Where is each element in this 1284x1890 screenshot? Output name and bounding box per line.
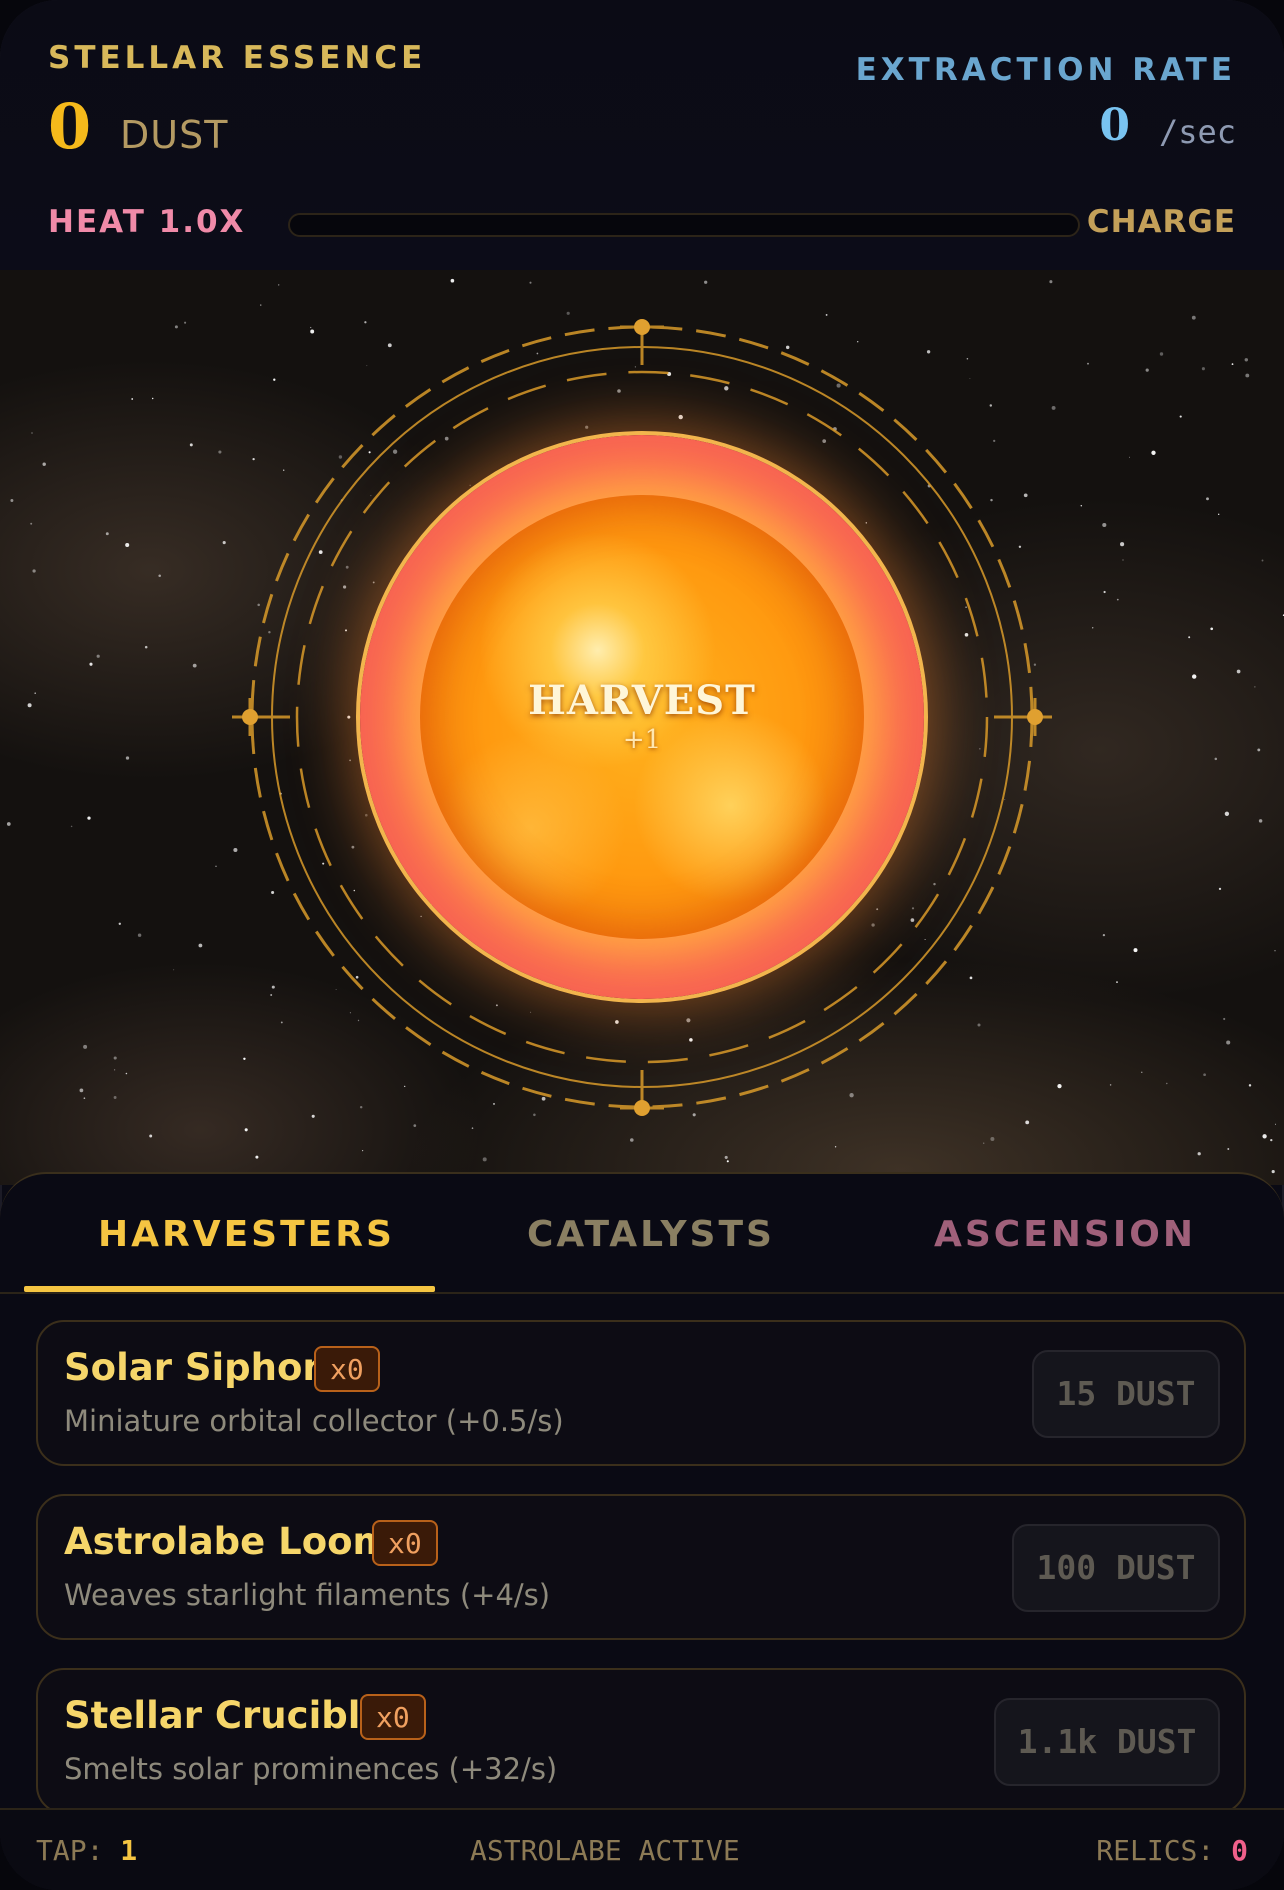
tab-harvesters[interactable]: HARVESTERS bbox=[98, 1214, 395, 1255]
item-name: Solar Siphon bbox=[64, 1346, 329, 1389]
heat-multiplier: HEAT 1.0X bbox=[48, 204, 246, 240]
harvest-label: HARVEST bbox=[528, 677, 756, 724]
item-description: Miniature orbital collector (+0.5/s) bbox=[64, 1404, 564, 1438]
list-item: Astrolabe Loom x0 Weaves starlight filam… bbox=[36, 1494, 1246, 1640]
shop-tabs: HARVESTERS CATALYSTS ASCENSION bbox=[0, 1174, 1284, 1294]
relics-label: RELICS: bbox=[1096, 1834, 1215, 1867]
buy-button[interactable]: 100 DUST bbox=[1012, 1524, 1220, 1612]
item-name: Stellar Crucible bbox=[64, 1694, 386, 1737]
list-item: Solar Siphon x0 Miniature orbital collec… bbox=[36, 1320, 1246, 1466]
active-tab-indicator bbox=[24, 1286, 435, 1292]
harvest-sun-button[interactable]: HARVEST +1 bbox=[360, 435, 924, 999]
owned-count-badge: x0 bbox=[372, 1520, 438, 1566]
charge-label: CHARGE bbox=[1086, 204, 1236, 240]
resource-header: STELLAR ESSENCE 0 DUST EXTRACTION RATE 0… bbox=[0, 0, 1284, 270]
rate-label: EXTRACTION RATE bbox=[855, 52, 1236, 88]
tab-ascension[interactable]: ASCENSION bbox=[934, 1214, 1196, 1255]
owned-count-badge: x0 bbox=[360, 1694, 426, 1740]
essence-value: 0 bbox=[48, 90, 92, 163]
buy-button[interactable]: 1.1k DUST bbox=[994, 1698, 1220, 1786]
rate-unit: /sec bbox=[1158, 113, 1236, 151]
item-name: Astrolabe Loom bbox=[64, 1520, 392, 1563]
list-item: Stellar Crucible x0 Smelts solar promine… bbox=[36, 1668, 1246, 1814]
tab-catalysts[interactable]: CATALYSTS bbox=[527, 1214, 775, 1255]
star-field: HARVEST +1 bbox=[0, 270, 1284, 1185]
buy-button[interactable]: 15 DUST bbox=[1032, 1350, 1220, 1438]
game-screen: STELLAR ESSENCE 0 DUST EXTRACTION RATE 0… bbox=[0, 0, 1284, 1890]
harvester-list: Solar Siphon x0 Miniature orbital collec… bbox=[36, 1320, 1246, 1842]
essence-unit: DUST bbox=[120, 113, 229, 157]
status-text: ASTROLABE ACTIVE bbox=[470, 1834, 740, 1867]
status-footer: TAP: 1 ASTROLABE ACTIVE RELICS: 0 bbox=[0, 1808, 1284, 1890]
item-description: Weaves starlight filaments (+4/s) bbox=[64, 1578, 551, 1612]
tap-value: 1 bbox=[120, 1834, 138, 1867]
rate-value: 0 bbox=[1099, 100, 1130, 151]
harvest-gain: +1 bbox=[622, 725, 662, 755]
shop-panel: HARVESTERS CATALYSTS ASCENSION Solar Sip… bbox=[0, 1172, 1284, 1890]
relics-counter: RELICS: 0 bbox=[1096, 1834, 1248, 1867]
essence-label: STELLAR ESSENCE bbox=[48, 40, 427, 76]
harvest-orb-wrapper: HARVEST +1 bbox=[360, 435, 924, 999]
tap-power: TAP: 1 bbox=[36, 1834, 137, 1867]
item-description: Smelts solar prominences (+32/s) bbox=[64, 1752, 558, 1786]
relics-value: 0 bbox=[1231, 1834, 1248, 1867]
owned-count-badge: x0 bbox=[314, 1346, 380, 1392]
tap-label: TAP: bbox=[36, 1834, 104, 1867]
heat-charge-bar bbox=[288, 213, 1080, 237]
